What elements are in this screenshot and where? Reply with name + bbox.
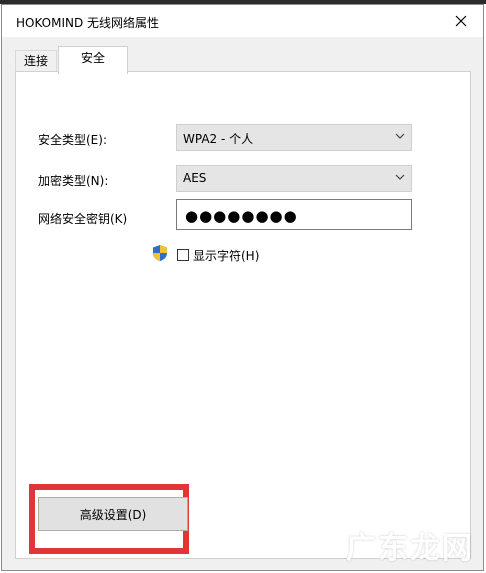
security-type-value: WPA2 - 个人 [183, 132, 254, 146]
network-key-label: 网络安全密钥(K) [38, 212, 128, 226]
close-icon [455, 15, 467, 27]
title-bar: HOKOMIND 无线网络属性 [2, 5, 483, 37]
security-type-label: 安全类型(E): [38, 133, 107, 147]
network-key-input[interactable]: ●●●●●●●● [176, 199, 412, 230]
properties-dialog: HOKOMIND 无线网络属性 连接 安全 安全类型(E): WPA2 - 个人… [1, 4, 484, 571]
tab-security[interactable]: 安全 [58, 46, 128, 74]
close-button[interactable] [445, 7, 477, 35]
network-key-masked-value: ●●●●●●●● [185, 207, 298, 225]
encryption-type-label: 加密类型(N): [38, 174, 109, 188]
encryption-type-select[interactable]: AES [176, 165, 412, 192]
watermark-text: 广东龙网 [346, 531, 474, 566]
security-panel: 安全类型(E): WPA2 - 个人 加密类型(N): AES 网络安全密钥(K… [15, 71, 471, 559]
encryption-type-value: AES [183, 171, 207, 185]
shield-icon [153, 245, 167, 261]
advanced-settings-button[interactable]: 高级设置(D) [38, 497, 188, 531]
chevron-down-icon [395, 174, 405, 180]
window-title: HOKOMIND 无线网络属性 [16, 16, 160, 30]
show-characters-checkbox[interactable] [177, 249, 189, 261]
show-characters-label[interactable]: 显示字符(H) [193, 247, 259, 264]
tab-connection[interactable]: 连接 [15, 50, 57, 72]
security-type-select[interactable]: WPA2 - 个人 [176, 124, 412, 151]
chevron-down-icon [395, 133, 405, 139]
